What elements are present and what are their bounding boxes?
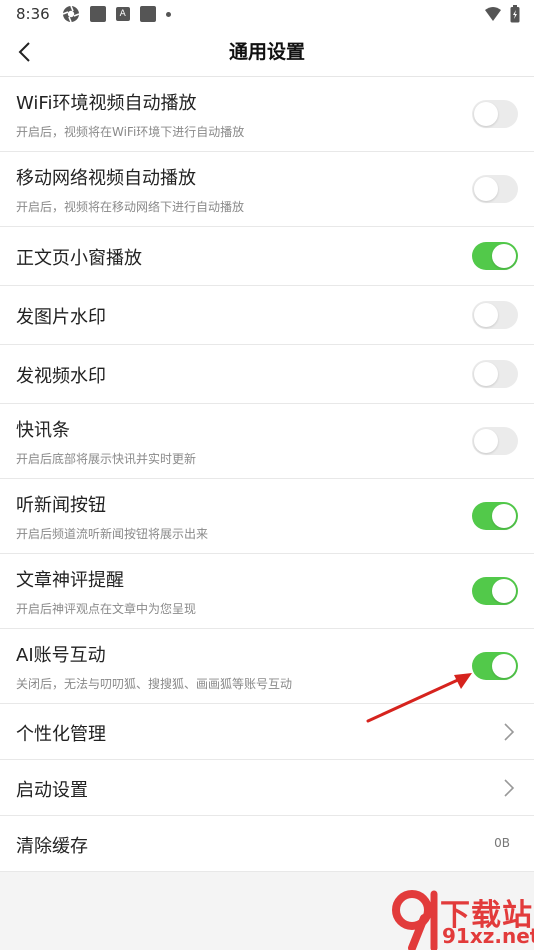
toggle-knob [474, 177, 498, 201]
aperture-icon [62, 5, 79, 23]
page-title: 通用设置 [228, 41, 305, 63]
cache-size-value: 0B [494, 836, 510, 850]
toggle-knob [474, 102, 498, 126]
toggle-knob [474, 303, 498, 327]
annotation-arrow-icon [366, 673, 472, 723]
wifi-icon [485, 7, 501, 21]
battery-charging-icon [510, 5, 520, 23]
wifi-autoplay-toggle[interactable] [472, 100, 518, 128]
setting-description: 开启后，视频将在移动网络下进行自动播放 [16, 200, 245, 214]
setting-title: 发视频水印 [16, 366, 106, 387]
app-square-icon [89, 6, 106, 22]
setting-title: 文章神评提醒 [16, 570, 124, 591]
toggle-knob [492, 579, 516, 603]
chevron-right-icon [504, 723, 515, 741]
setting-row-video-watermark[interactable]: 发视频水印 [0, 345, 534, 404]
app-square-icon [139, 6, 156, 22]
setting-description: 开启后底部将展示快讯并实时更新 [16, 452, 197, 466]
video-watermark-toggle[interactable] [472, 360, 518, 388]
toggle-knob [492, 244, 516, 268]
toggle-knob [492, 504, 516, 528]
setting-description: 开启后神评观点在文章中为您呈现 [16, 602, 197, 616]
setting-title: 清除缓存 [16, 836, 88, 857]
setting-row-comment-reminder[interactable]: 文章神评提醒 开启后神评观点在文章中为您呈现 [0, 554, 534, 629]
setting-row-listen-news[interactable]: 听新闻按钮 开启后频道流听新闻按钮将展示出来 [0, 479, 534, 554]
top-navigation-bar: 通用设置 [0, 28, 534, 77]
more-notifications-icon [165, 11, 171, 17]
setting-title: 快讯条 [16, 420, 70, 441]
setting-row-image-watermark[interactable]: 发图片水印 [0, 286, 534, 345]
listen-news-toggle[interactable] [472, 502, 518, 530]
chevron-right-icon [504, 779, 515, 797]
setting-row-mini-window[interactable]: 正文页小窗播放 [0, 227, 534, 286]
setting-title: 听新闻按钮 [16, 495, 106, 516]
setting-title: WiFi环境视频自动播放 [16, 93, 197, 114]
site-watermark: 下载站 91xz.net [390, 888, 534, 950]
clear-cache-item[interactable]: 清除缓存 0B [0, 816, 534, 872]
status-bar: 8:36 A [0, 0, 534, 28]
setting-row-news-flash[interactable]: 快讯条 开启后底部将展示快讯并实时更新 [0, 404, 534, 479]
image-watermark-toggle[interactable] [472, 301, 518, 329]
setting-title: 发图片水印 [16, 307, 106, 328]
toggle-knob [492, 654, 516, 678]
mobile-autoplay-toggle[interactable] [472, 175, 518, 203]
startup-settings-item[interactable]: 启动设置 [0, 760, 534, 816]
setting-description: 开启后，视频将在WiFi环境下进行自动播放 [16, 125, 245, 139]
setting-title: 个性化管理 [16, 724, 106, 745]
watermark-logo-icon [392, 890, 438, 950]
setting-title: 正文页小窗播放 [16, 248, 142, 269]
news-flash-toggle[interactable] [472, 427, 518, 455]
setting-description: 开启后频道流听新闻按钮将展示出来 [16, 527, 209, 541]
comment-reminder-toggle[interactable] [472, 577, 518, 605]
status-notification-icons: A [62, 5, 171, 23]
setting-row-mobile-autoplay[interactable]: 移动网络视频自动播放 开启后，视频将在移动网络下进行自动播放 [0, 152, 534, 227]
setting-title: AI账号互动 [16, 645, 106, 666]
mini-window-toggle[interactable] [472, 242, 518, 270]
watermark-url: 91xz.net [442, 924, 534, 948]
settings-list: WiFi环境视频自动播放 开启后，视频将在WiFi环境下进行自动播放 移动网络视… [0, 77, 534, 872]
setting-title: 移动网络视频自动播放 [16, 168, 196, 189]
status-time: 8:36 [16, 5, 50, 23]
setting-description: 关闭后，无法与叨叨狐、搜搜狐、画画狐等账号互动 [16, 677, 293, 691]
app-letter-icon: A [115, 7, 130, 21]
toggle-knob [474, 429, 498, 453]
setting-title: 启动设置 [16, 780, 88, 801]
toggle-knob [474, 362, 498, 386]
setting-row-wifi-autoplay[interactable]: WiFi环境视频自动播放 开启后，视频将在WiFi环境下进行自动播放 [0, 77, 534, 152]
